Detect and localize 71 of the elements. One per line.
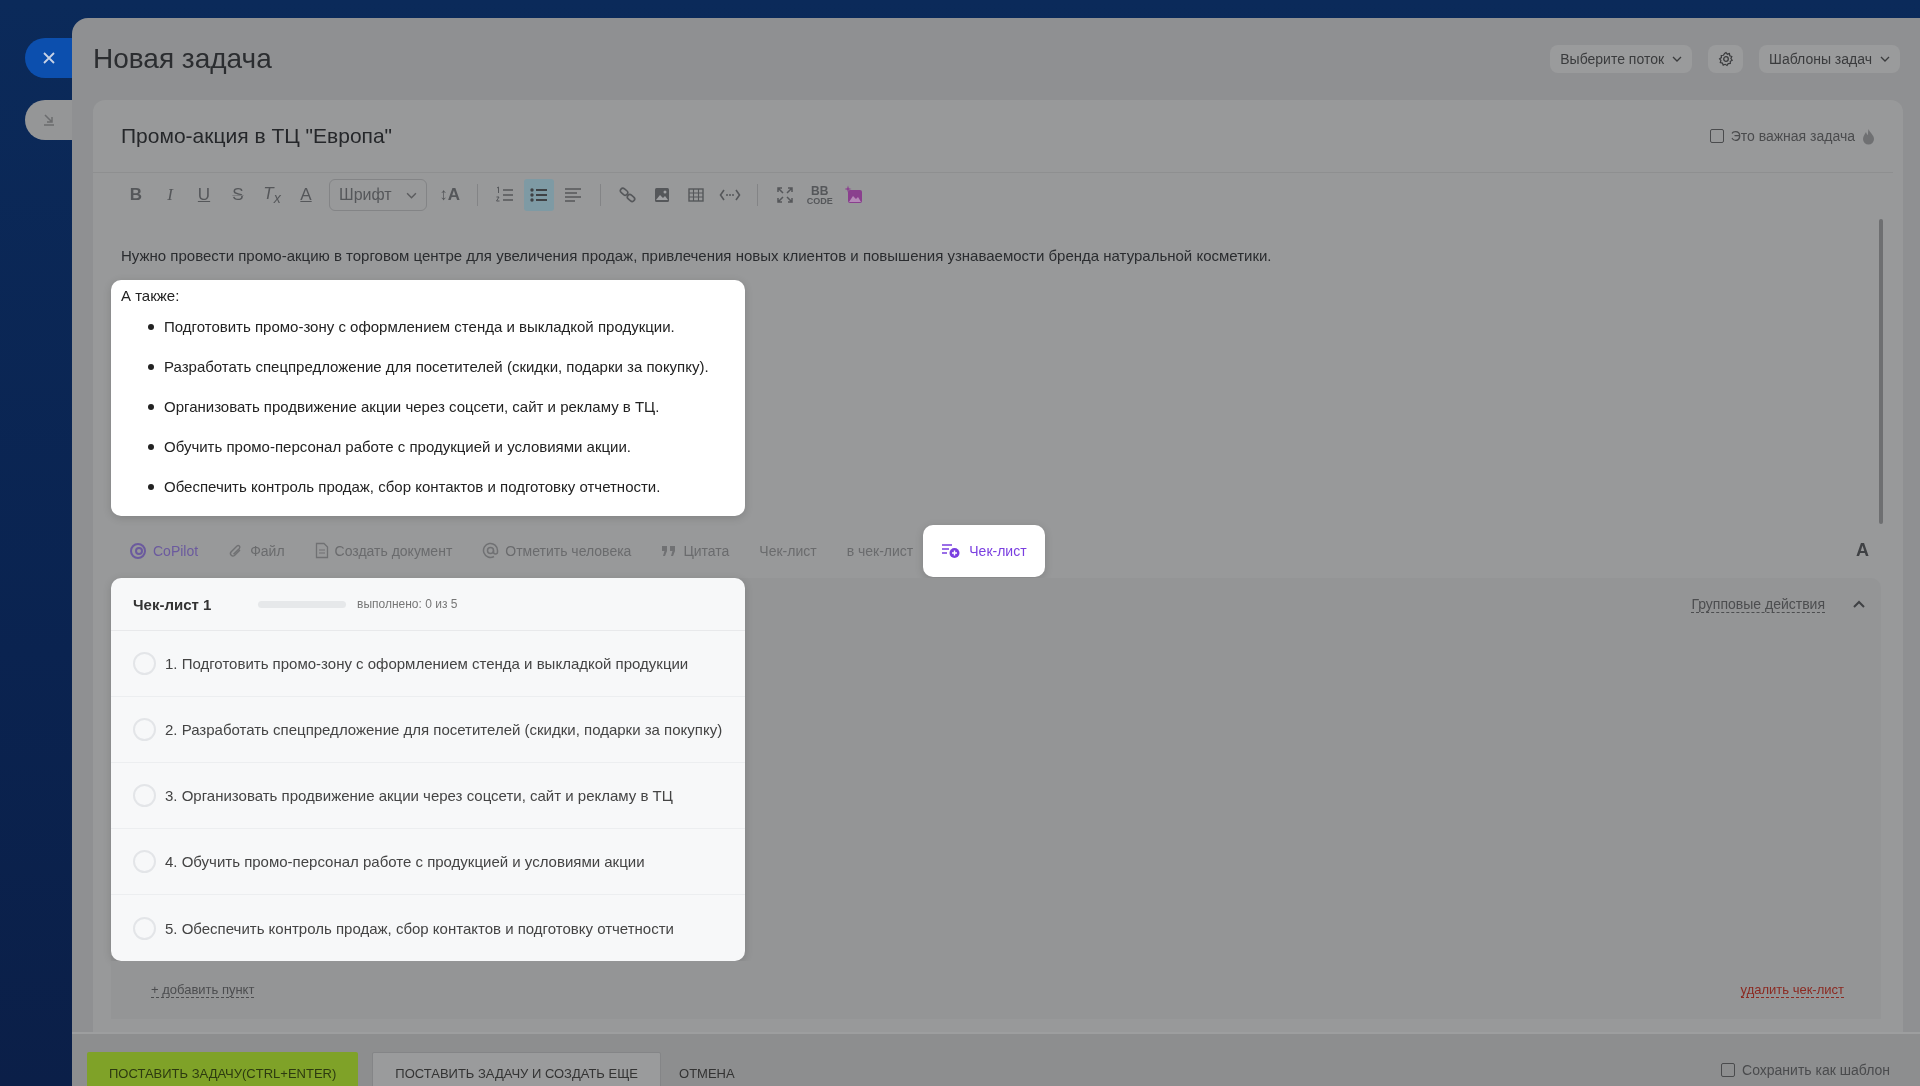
bbcode-button[interactable]: BB CODE [803,179,836,211]
collapse-icon [41,113,56,127]
chevron-icon [405,191,417,199]
bullet-icon [148,324,154,330]
align-left-icon [562,186,583,204]
copilot-icon [129,541,147,560]
description-text: Нужно провести промо-акцию в торговом центре для увеличения продаж, привлечения новых клиентов и повышения узнаваемости бренда натуральной косметики. [121,246,1273,266]
settings-button[interactable] [1708,45,1744,73]
at-sign-icon [482,542,500,559]
checkbox[interactable] [1721,1063,1736,1077]
group-actions-link[interactable]: Групповые действия [1691,595,1825,613]
font-select[interactable]: Шрифт [329,179,427,211]
format-button[interactable]: T$_{x}$ [257,179,287,211]
checklist-item-text: 3. Организовать продвижение акции через соцсети, сайт и рекламу в ТЦ [165,787,673,804]
close-icon [41,51,56,65]
format-button[interactable]: U [189,179,219,211]
list-item-text: Обеспечить контроль продаж, сбор контактов и подготовку отчетности. [164,477,661,497]
checkbox[interactable] [1709,129,1724,143]
checklist-title: Чек-лист 1 [133,595,213,613]
save-template-label: Сохранить как шаблон [1742,1062,1890,1078]
link-icon [618,186,637,204]
submit-and-new-button[interactable]: ПОСТАВИТЬ ЗАДАЧУ И СОЗДАТЬ ЕЩЕ [372,1052,662,1086]
checklist-item-text: 2. Разработать спецпредложение для посетителей (скидки, подарки за покупку) [165,721,723,738]
chevron-icon [1672,56,1683,62]
add-item-link[interactable]: + добавить пункт [151,982,255,998]
bullet-icon [148,404,154,410]
delete-checklist-link[interactable]: удалить чек-лист [1740,982,1844,998]
checklist-button[interactable]: Чек-лист [923,524,1045,577]
checklist-add-icon [941,542,962,559]
submit-button[interactable]: ПОСТАВИТЬ ЗАДАЧУ(CTRL+ENTER) [87,1052,359,1086]
bullet-list-button[interactable] [523,179,554,211]
collapse-button[interactable] [25,100,72,140]
checklist-item-text: 1. Подготовить промо-зону с оформлением стенда и выкладкой продукции [165,655,689,672]
format-button[interactable]: I [155,179,185,211]
copilot-button[interactable]: CoPilot [129,541,199,560]
document-icon [314,542,329,559]
bullet-icon [148,364,154,370]
scrollbar[interactable] [1879,219,1883,524]
page-title: Новая задача [93,43,272,75]
templates-select[interactable]: Шаблоны задач [1759,45,1900,73]
close-button[interactable] [25,38,72,78]
expand-icon [775,186,794,204]
quote-icon [661,543,678,558]
progress-text: выполнено: 0 из 5 [357,597,458,611]
bullet-icon [148,484,154,490]
task-title-field[interactable]: Промо-акция в ТЦ "Европа" [121,124,393,148]
list-heading: А также: [121,286,181,306]
list-item-text: Обучить промо-персонал работе с продукцией и условиями акции. [164,437,631,457]
collapse-icon[interactable] [1853,600,1865,608]
font-size-button[interactable]: ↕A [434,179,465,211]
table-icon [686,186,705,204]
bullet-list-icon [528,186,549,204]
text-style-button[interactable]: A [1850,539,1875,562]
chevron-icon [1880,56,1890,62]
checklist-item-text: 4. Обучить промо-персонал работе с продукцией и условиями акции [165,853,645,870]
numbered-list-icon [494,186,515,204]
format-button[interactable]: S [223,179,253,211]
cancel-button[interactable]: ОТМЕНА [675,1052,739,1086]
checklist-item-text: 5. Обеспечить контроль продаж, сбор контактов и подготовку отчетности [165,919,674,937]
flow-select[interactable]: Выберите поток [1550,45,1693,73]
list-item-text: Организовать продвижение акции через соцсети, сайт и рекламу в ТЦ. [164,397,660,417]
format-button[interactable]: A [291,179,321,211]
bullet-icon [148,444,154,450]
settings-icon [1717,51,1734,67]
list-item-text: Подготовить промо-зону с оформлением стенда и выкладкой продукции. [164,317,675,337]
flame-icon [1862,127,1875,145]
image-icon [652,186,671,204]
important-label: Это важная задача [1730,128,1855,144]
sparkle-image-icon [844,185,865,205]
format-button[interactable]: B [121,179,151,211]
list-item-text: Разработать спецпредложение для посетителей (скидки, подарки за покупку). [164,357,709,377]
